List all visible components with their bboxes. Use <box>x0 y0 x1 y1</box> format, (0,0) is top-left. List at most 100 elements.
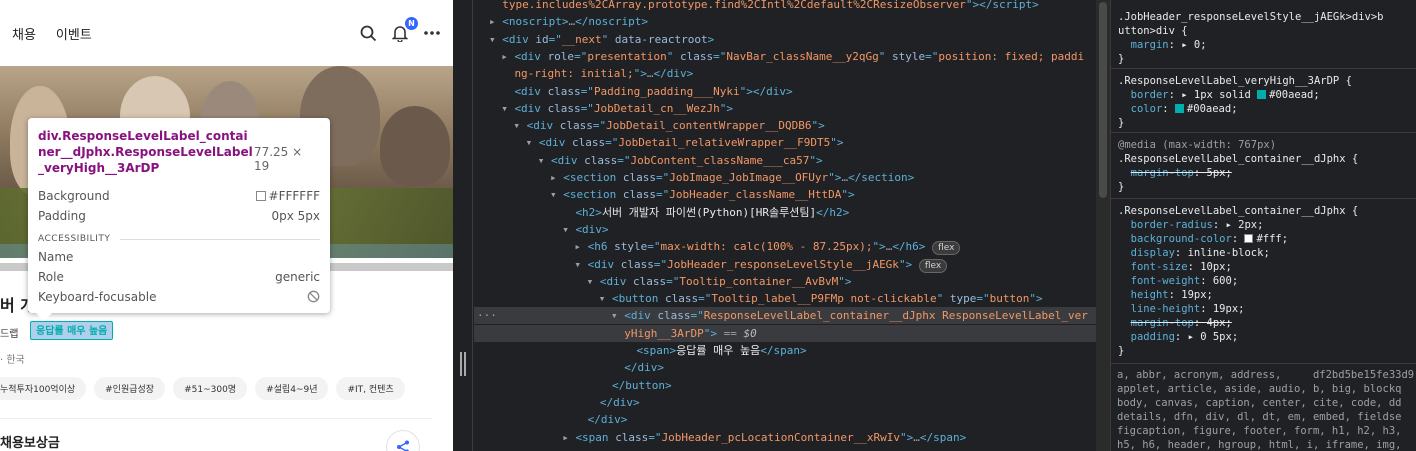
response-level-label: 응답률 매우 높음 <box>30 321 114 340</box>
css-property: font-weight <box>1130 275 1201 287</box>
expand-toggle-icon: ▸ <box>562 430 569 444</box>
style-rule-margin[interactable]: .JobHeader_responseLevelStyle__jAEGk>div… <box>1118 10 1416 66</box>
dom-node-line[interactable]: ▸ <div role="presentation" class="NavBar… <box>501 48 1084 65</box>
css-value: 0 5px <box>1200 331 1232 343</box>
dom-node-line[interactable]: ▾ <section class="JobHeader_className__H… <box>550 186 855 203</box>
dom-node-line[interactable]: ▾ <div class="JobDetail_contentWrapper__… <box>513 117 824 134</box>
tag-item[interactable]: #51~300명 <box>173 377 248 400</box>
css-property[interactable]: margin-top <box>1131 167 1194 179</box>
css-value: 600 <box>1212 275 1232 287</box>
css-property: height <box>1130 289 1169 301</box>
tooltip-role-value: generic <box>275 270 320 284</box>
nav-jobs[interactable]: 채용 <box>12 24 36 43</box>
splitter-grip-icon[interactable] <box>460 352 466 376</box>
css-value[interactable]: 5px <box>1207 167 1226 179</box>
css-value: 10px <box>1200 261 1226 273</box>
css-property[interactable]: margin <box>1131 39 1169 51</box>
tooltip-background-label: Background <box>38 189 110 203</box>
scrollbar-thumb[interactable] <box>1099 2 1107 198</box>
nav-events[interactable]: 이벤트 <box>56 24 92 43</box>
css-property: border-radius <box>1130 219 1213 231</box>
dom-node-line[interactable]: type.includes%2CArray.prototype.find%2CI… <box>489 0 1038 13</box>
tooltip-accessibility-heading: ACCESSIBILITY <box>38 234 320 244</box>
expand-toggle-icon: ▾ <box>598 292 606 306</box>
bell-icon[interactable]: N <box>391 17 418 42</box>
elements-tree[interactable]: type.includes%2CArray.prototype.find%2CI… <box>474 0 1096 451</box>
job-location: · 한국 <box>0 355 25 366</box>
dom-node-line[interactable]: ▸ <noscript>…</noscript> <box>489 13 648 30</box>
css-value: 4px <box>1206 317 1226 329</box>
expand-toggle-icon: ▾ <box>525 136 533 150</box>
styles-pane[interactable]: .JobHeader_responseLevelStyle__jAEGk>div… <box>1110 0 1416 451</box>
share-button[interactable] <box>386 430 420 451</box>
expand-toggle-icon: ▾ <box>501 101 508 115</box>
color-swatch[interactable] <box>1257 90 1267 99</box>
notification-badge: N <box>405 17 418 30</box>
css-property: font-size <box>1130 261 1188 273</box>
tooltip-name-label: Name <box>38 250 74 264</box>
dom-node-line[interactable]: ▾ <div id="__next" data-reactroot> <box>489 31 714 48</box>
dom-node-line[interactable]: ▾ <div> <box>562 221 608 238</box>
dom-node-line[interactable]: </div> <box>611 359 664 376</box>
elements-scrollbar[interactable] <box>1096 0 1110 451</box>
tag-item[interactable]: #IT, 컨텐츠 <box>336 377 405 400</box>
css-value: 19px <box>1181 289 1207 301</box>
tag-item[interactable]: 누적투자100억이상 <box>0 377 87 400</box>
dom-node-line[interactable]: </div> <box>574 411 628 428</box>
dom-node-line[interactable]: ▾ <div class="ResponseLevelLabel_contain… <box>611 307 1088 324</box>
company-tags: 누적투자100억이상 #인원급성장 #51~300명 #설립4~9년 #IT, … <box>0 377 413 400</box>
node-actions-icon[interactable]: ··· <box>477 307 497 324</box>
rule-selector: .ResponseLevelLabel_container__dJphx { <box>1118 205 1359 217</box>
css-value[interactable]: #00aead <box>1187 103 1231 115</box>
expand-toggle-icon: ▾ <box>489 32 496 46</box>
css-property: background-color <box>1130 233 1232 245</box>
css-value: inline-block <box>1187 247 1264 259</box>
expand-toggle-icon: ▾ <box>586 274 594 288</box>
style-rule-veryhigh[interactable]: .ResponseLevelLabel_veryHigh__3ArDP { bo… <box>1118 74 1416 130</box>
dom-node-line[interactable]: ▾ <div class="JobDetail_cn__WezJh"> <box>501 100 733 117</box>
expand-toggle-icon: ▸ <box>489 15 496 29</box>
more-icon[interactable] <box>423 24 441 42</box>
reward-heading: 채용보상금 <box>0 436 60 451</box>
search-icon[interactable] <box>359 24 377 42</box>
color-swatch[interactable] <box>1174 104 1184 113</box>
style-rule-container[interactable]: .ResponseLevelLabel_container__dJphx { b… <box>1118 204 1416 358</box>
dom-node-line[interactable]: <div class="Padding_padding___Nyki"></di… <box>501 83 792 100</box>
expand-toggle-icon: ▾ <box>574 257 582 271</box>
company-name[interactable]: 드랩 <box>0 325 18 340</box>
color-swatch <box>1244 234 1254 243</box>
expand-toggle-icon: ▸ <box>574 240 582 254</box>
inspect-tooltip: div.ResponseLevelLabel_container__dJphx.… <box>28 118 330 321</box>
css-value[interactable]: 1px solid <box>1194 89 1251 101</box>
tag-item[interactable]: #인원급성장 <box>94 377 166 400</box>
dom-node-line[interactable]: ▾ <div class="JobDetail_relativeWrapper_… <box>526 134 844 151</box>
dom-node-line[interactable]: ▾ <button class="Tooltip_label__P9FMp no… <box>599 290 1043 307</box>
dom-node-line[interactable]: </button> <box>599 377 672 394</box>
style-rule-media[interactable]: @media (max-width: 767px) .ResponseLevel… <box>1118 138 1416 194</box>
css-value: 2px <box>1238 219 1258 231</box>
tooltip-focus-row: Keyboard-focusable <box>38 290 320 304</box>
dom-node-line[interactable]: yHigh__3ArDP"> == $0 <box>611 325 756 342</box>
dom-node-line[interactable]: </div> <box>587 394 640 411</box>
tooltip-role-row: Role generic <box>38 270 320 284</box>
dom-node-line[interactable]: ▾ <div class="Tooltip_container__AvBvM"> <box>587 273 852 290</box>
expand-toggle-icon: ▾ <box>550 188 557 202</box>
css-value[interactable]: #00aead <box>1269 89 1313 101</box>
css-value[interactable]: 0 <box>1194 39 1200 51</box>
dom-node-line[interactable]: ng-right: initial;">…</div> <box>501 65 693 82</box>
dom-node-line[interactable]: ▸ <section class="JobImage_JobImage__OFU… <box>550 169 914 186</box>
tag-item[interactable]: #설립4~9년 <box>255 377 329 400</box>
dom-node-line[interactable]: ▾ <div class="JobContent_className___ca5… <box>538 152 823 169</box>
css-property[interactable]: border <box>1131 89 1169 101</box>
dom-node-line[interactable]: ▾ <div class="JobHeader_responseLevelSty… <box>574 256 948 273</box>
panel-splitter[interactable] <box>453 0 473 451</box>
dom-node-line[interactable]: <span>응답률 매우 높음</span> <box>623 342 806 359</box>
css-value: 19px <box>1212 303 1239 315</box>
dom-node-line[interactable]: <h2>서버 개발자 파이썬(Python)[HR솔루션팀]</h2> <box>562 204 849 221</box>
dom-node-line[interactable]: ▸ <span class="JobHeader_pcLocationConta… <box>562 429 966 446</box>
inherited-tag-list: a, abbr, acronym, address, df2bd5be15fe3… <box>1117 369 1415 451</box>
not-focusable-icon <box>307 290 320 303</box>
css-property[interactable]: color <box>1131 103 1163 115</box>
dom-node-line[interactable]: ▸ <h6 style="max-width: calc(100% - 87.2… <box>574 238 961 256</box>
tooltip-padding-row: Padding 0px 5px <box>38 208 320 224</box>
